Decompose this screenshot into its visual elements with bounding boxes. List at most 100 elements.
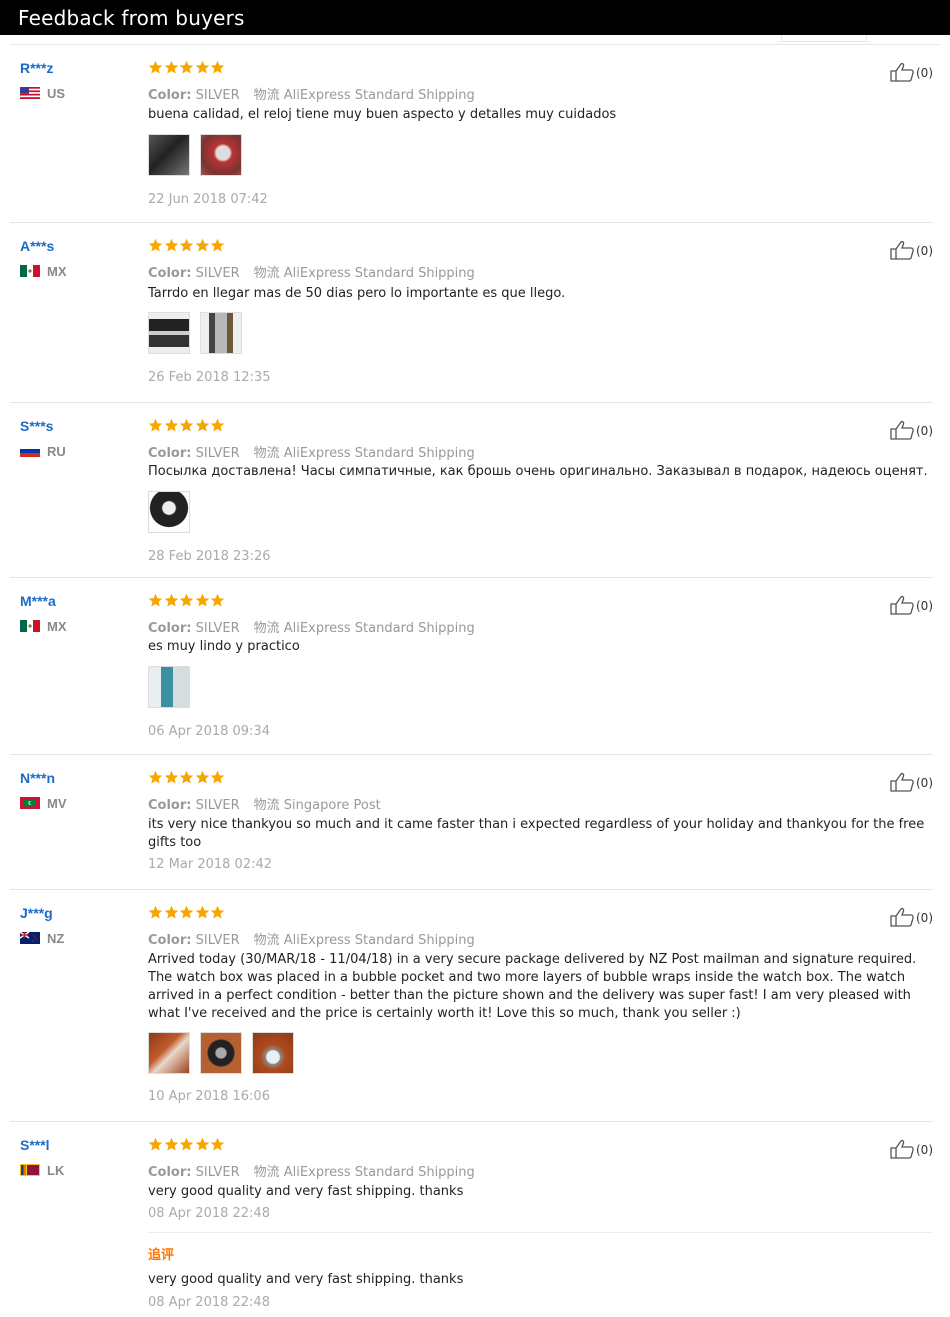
review-date: 08 Apr 2018 22:48	[148, 1206, 270, 1221]
review-photo[interactable]	[200, 312, 243, 354]
thumbs-up-icon	[890, 62, 914, 82]
review-text: Посылка доставлена! Часы симпатичные, ка…	[148, 464, 928, 479]
helpful-button[interactable]: (0)	[890, 907, 933, 927]
shipping-method: 物流 AliExpress Standard Shipping	[253, 446, 475, 461]
review-date: 22 Jun 2018 07:42	[148, 192, 268, 207]
color-value: SILVER	[195, 446, 240, 461]
star-icon	[148, 238, 163, 252]
color-value: SILVER	[195, 266, 240, 281]
helpful-button[interactable]: (0)	[890, 1139, 933, 1159]
review-text: Tarrdo en llegar mas de 50 dias pero lo …	[148, 286, 566, 301]
review-photo[interactable]	[200, 1032, 243, 1074]
star-icon	[210, 905, 225, 919]
review-photo[interactable]	[148, 312, 190, 354]
helpful-count: (0)	[916, 1143, 933, 1157]
reviewer-country: MV	[20, 796, 67, 811]
review-item: S***l LK Color: SILVER 物流 AliExpress Stan…	[10, 1123, 933, 1317]
rating-stars	[148, 905, 226, 924]
review-text: buena calidad, el reloj tiene muy buen a…	[148, 107, 617, 122]
color-label: Color:	[148, 88, 192, 103]
review-photo[interactable]	[148, 491, 190, 533]
thumbs-up-icon	[890, 907, 914, 927]
color-label: Color:	[148, 621, 192, 636]
thumbs-up-icon	[890, 240, 914, 260]
star-icon	[164, 1137, 178, 1151]
country-code: MX	[47, 264, 67, 279]
color-value: SILVER	[195, 798, 240, 813]
review-item: S***s RU Color: SILVER 物流 AliExpress Stan…	[10, 404, 933, 578]
reviewer-country: LK	[20, 1163, 64, 1178]
helpful-button[interactable]: (0)	[890, 240, 933, 260]
helpful-button[interactable]: (0)	[890, 420, 933, 440]
helpful-count: (0)	[916, 244, 933, 258]
reviewer-name[interactable]: S***s	[20, 418, 53, 434]
helpful-button[interactable]: (0)	[890, 62, 933, 82]
reviewer-name[interactable]: M***a	[20, 593, 56, 609]
review-text: its very nice thankyou so much and it ca…	[148, 817, 925, 850]
page-title: Feedback from buyers	[18, 6, 245, 30]
mx-flag-icon	[20, 620, 40, 632]
additional-feedback-date: 08 Apr 2018 22:48	[148, 1295, 270, 1310]
star-icon	[195, 60, 209, 74]
shipping-method: 物流 AliExpress Standard Shipping	[253, 266, 475, 281]
review-photos	[148, 491, 195, 533]
review-date: 26 Feb 2018 12:35	[148, 370, 271, 385]
star-icon	[148, 905, 163, 919]
thumbs-up-icon	[890, 772, 914, 792]
review-date: 06 Apr 2018 09:34	[148, 724, 270, 739]
reviewer-name[interactable]: S***l	[20, 1137, 50, 1153]
helpful-button[interactable]: (0)	[890, 772, 933, 792]
star-icon	[148, 418, 163, 432]
reviewer-name[interactable]: A***s	[20, 238, 54, 254]
review-date: 28 Feb 2018 23:26	[148, 549, 271, 564]
color-label: Color:	[148, 266, 192, 281]
review-photo[interactable]	[148, 134, 190, 176]
helpful-count: (0)	[916, 424, 933, 438]
reviewer-country: MX	[20, 619, 67, 634]
rating-stars	[148, 60, 226, 79]
star-icon	[210, 238, 225, 252]
helpful-button[interactable]: (0)	[890, 595, 933, 615]
review-text: es muy lindo y practico	[148, 639, 300, 654]
reviewer-name[interactable]: N***n	[20, 770, 55, 786]
header-bar: Feedback from buyers	[0, 0, 950, 35]
color-value: SILVER	[195, 1165, 240, 1180]
reviewer-country: NZ	[20, 931, 64, 946]
color-label: Color:	[148, 446, 192, 461]
star-icon	[148, 1137, 163, 1151]
star-icon	[195, 905, 209, 919]
star-icon	[195, 593, 209, 607]
star-icon	[164, 60, 178, 74]
mx-flag-icon	[20, 265, 40, 277]
country-code: LK	[47, 1163, 65, 1178]
sort-dropdown-edge	[781, 35, 867, 42]
shipping-method: 物流 AliExpress Standard Shipping	[253, 621, 475, 636]
rating-stars	[148, 418, 226, 437]
thumbs-up-icon	[890, 420, 914, 440]
reviewer-name[interactable]: R***z	[20, 60, 53, 76]
star-icon	[195, 1137, 209, 1151]
star-icon	[210, 418, 225, 432]
mv-flag-icon	[20, 797, 40, 809]
review-photo[interactable]	[252, 1032, 295, 1074]
review-photos	[148, 666, 195, 708]
star-icon	[164, 593, 178, 607]
review-photos	[148, 134, 247, 176]
country-code: NZ	[47, 931, 65, 946]
color-value: SILVER	[195, 933, 240, 948]
additional-feedback-label: 追评	[148, 1248, 175, 1263]
reviewer-country: RU	[20, 444, 66, 459]
rating-stars	[148, 593, 226, 612]
reviewer-name[interactable]: J***g	[20, 905, 53, 921]
star-icon	[164, 770, 178, 784]
review-item: R***z US Color: SILVER 物流 AliExpress Stan…	[10, 46, 933, 223]
review-photo[interactable]	[148, 1032, 190, 1074]
review-photo[interactable]	[148, 666, 190, 708]
review-date: 12 Mar 2018 02:42	[148, 857, 273, 872]
country-code: MX	[47, 619, 67, 634]
color-label: Color:	[148, 1165, 192, 1180]
review-photo[interactable]	[200, 134, 243, 176]
star-icon	[164, 418, 178, 432]
star-icon	[179, 593, 194, 607]
thumbs-up-icon	[890, 1139, 914, 1159]
